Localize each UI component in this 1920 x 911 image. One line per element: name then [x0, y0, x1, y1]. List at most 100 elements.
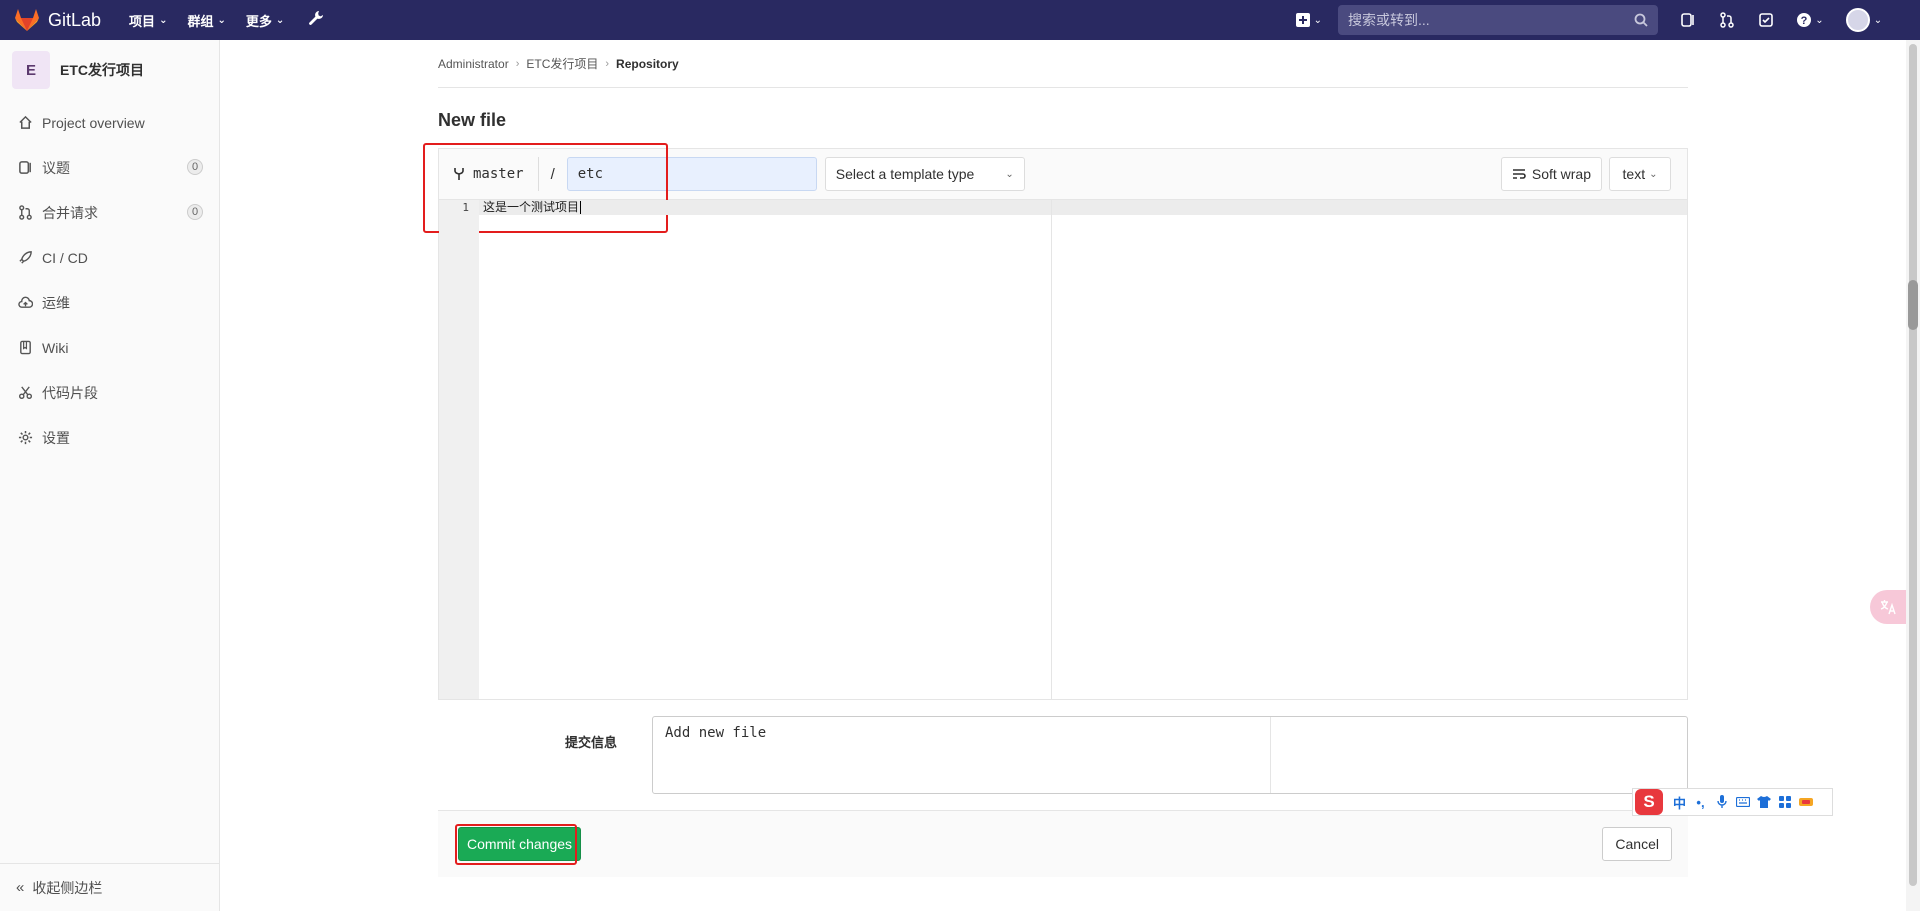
text-cursor — [580, 201, 582, 215]
sidebar-item-label: 设置 — [42, 429, 70, 446]
chevron-right-icon: › — [605, 57, 610, 70]
chevron-down-icon: ⌄ — [1873, 14, 1883, 26]
sidebar-item-settings[interactable]: 设置 — [0, 415, 219, 460]
book-icon — [16, 339, 34, 357]
merge-requests-icon[interactable] — [1717, 10, 1737, 30]
svg-text:?: ? — [1801, 15, 1808, 27]
microphone-icon[interactable] — [1711, 792, 1732, 812]
chevron-down-icon: ⌄ — [159, 14, 168, 26]
chevron-down-icon: ⌄ — [275, 14, 285, 26]
nav-groups-dropdown[interactable]: 群组 ⌄ — [187, 11, 225, 30]
todos-icon[interactable] — [1756, 10, 1776, 30]
soft-wrap-button[interactable]: Soft wrap — [1500, 157, 1602, 191]
nav-projects-label: 项目 — [129, 13, 156, 29]
commit-message-textarea[interactable]: Add new file — [652, 716, 1688, 794]
commit-changes-button[interactable]: Commit changes — [458, 827, 582, 861]
project-header[interactable]: E ETC发行项目 — [0, 40, 219, 100]
sidebar-item-label: Wiki — [42, 339, 69, 356]
brand-name: GitLab — [48, 9, 102, 30]
double-chevron-left-icon: « — [16, 879, 25, 896]
user-menu-dropdown[interactable]: ⌄ — [1844, 8, 1884, 32]
question-icon: ? — [1797, 13, 1812, 27]
ime-punctuation-toggle[interactable]: •, — [1690, 792, 1711, 812]
ime-toolbar: S 中 •, — [1632, 788, 1833, 816]
ime-logo[interactable]: S — [1635, 789, 1663, 815]
search-box[interactable]: 搜索或转到... — [1338, 5, 1658, 35]
ime-extra-icon[interactable] — [1795, 792, 1816, 812]
sidebar-toggle-icon[interactable] — [1678, 10, 1698, 30]
chevron-right-icon: › — [515, 57, 520, 70]
active-line-highlight — [479, 200, 1687, 215]
commit-message-text: Add new file — [665, 725, 767, 741]
sidebar-item-issues[interactable]: 议题 0 — [0, 145, 219, 190]
issues-count-badge: 0 — [187, 159, 203, 175]
search-icon — [1634, 13, 1648, 27]
gear-icon — [16, 429, 34, 447]
print-margin — [1051, 200, 1052, 699]
plus-square-icon — [1295, 13, 1310, 27]
soft-wrap-label: Soft wrap — [1531, 166, 1591, 182]
nav-more-dropdown[interactable]: 更多 ⌄ — [246, 11, 284, 30]
top-navbar: GitLab 项目 ⌄ 群组 ⌄ 更多 ⌄ ⌄ 搜索或转到... ? ⌄ ⌄ — [0, 0, 1920, 40]
nav-groups-label: 群组 — [187, 13, 214, 29]
chevron-down-icon: ⌄ — [1649, 168, 1658, 180]
search-input[interactable]: 搜索或转到... — [1348, 10, 1634, 30]
issues-icon — [16, 159, 34, 177]
line-gutter: 1 — [439, 200, 479, 699]
sidebar-item-ci-cd[interactable]: CI / CD — [0, 235, 219, 280]
sidebar-item-snippets[interactable]: 代码片段 — [0, 370, 219, 415]
admin-area-link[interactable] — [304, 10, 324, 30]
code-line-text: 这是一个测试项目 — [483, 200, 580, 214]
language-select[interactable]: text ⌄ — [1609, 157, 1671, 191]
form-actions: Commit changes Cancel — [438, 810, 1688, 877]
help-dropdown[interactable]: ? ⌄ — [1795, 10, 1825, 30]
cancel-button[interactable]: Cancel — [1602, 827, 1672, 861]
translate-icon[interactable] — [1870, 590, 1906, 624]
path-separator: / — [550, 165, 555, 183]
ime-mode-toggle[interactable]: 中 — [1669, 792, 1690, 812]
cloud-icon — [16, 294, 34, 312]
chevron-down-icon: ⌄ — [217, 14, 226, 26]
code-editor-area[interactable]: 这是一个测试项目 — [479, 200, 1687, 699]
sidebar-item-wiki[interactable]: Wiki — [0, 325, 219, 370]
textarea-divider — [1270, 717, 1271, 793]
page-scrollbar[interactable] — [1906, 40, 1920, 911]
sidebar-item-label: Project overview — [42, 114, 145, 131]
scrollbar-marker — [1908, 280, 1918, 330]
branch-indicator: master — [439, 157, 539, 191]
keyboard-icon[interactable] — [1732, 792, 1753, 812]
soft-wrap-icon — [1512, 169, 1526, 179]
breadcrumb-item-repository[interactable]: Repository — [616, 57, 679, 71]
sidebar-item-label: 代码片段 — [42, 384, 98, 401]
sidebar-item-merge-requests[interactable]: 合并请求 0 — [0, 190, 219, 235]
scissors-icon — [16, 384, 34, 402]
scrollbar-thumb[interactable] — [1909, 44, 1917, 886]
collapse-sidebar-button[interactable]: « 收起侧边栏 — [0, 863, 219, 911]
sidebar-item-label: CI / CD — [42, 249, 88, 266]
skin-shirt-icon[interactable] — [1753, 792, 1774, 812]
page-title: New file — [438, 110, 507, 130]
merge-request-icon — [16, 204, 34, 222]
sidebar-item-operations[interactable]: 运维 — [0, 280, 219, 325]
nav-more-label: 更多 — [245, 13, 272, 29]
gitlab-logo[interactable]: GitLab — [14, 8, 101, 32]
project-avatar: E — [12, 51, 50, 89]
sidebar-item-project-overview[interactable]: Project overview — [0, 100, 219, 145]
sidebar-item-label: 运维 — [42, 294, 70, 311]
breadcrumb: Administrator › ETC发行项目 › Repository — [438, 40, 1688, 88]
sidebar-item-label: 合并请求 — [42, 204, 98, 221]
template-type-select[interactable]: Select a template type ⌄ — [824, 157, 1025, 191]
apps-grid-icon[interactable] — [1774, 792, 1795, 812]
tanuki-icon — [15, 9, 39, 31]
main-content: Administrator › ETC发行项目 › Repository New… — [423, 40, 1688, 877]
sidebar-item-label: 议题 — [42, 159, 70, 176]
file-name-input[interactable]: etc — [566, 157, 817, 191]
new-item-dropdown[interactable]: ⌄ — [1295, 13, 1322, 27]
home-icon — [16, 114, 34, 132]
project-name: ETC发行项目 — [60, 62, 144, 78]
breadcrumb-item-administrator[interactable]: Administrator — [438, 57, 509, 71]
project-sidebar: E ETC发行项目 Project overview 议题 0 合并请求 0 C… — [0, 40, 220, 911]
editor-toolbar: master / etc Select a template type ⌄ So… — [423, 143, 1687, 233]
nav-projects-dropdown[interactable]: 项目 ⌄ — [129, 11, 167, 30]
breadcrumb-item-project[interactable]: ETC发行项目 — [526, 55, 598, 72]
